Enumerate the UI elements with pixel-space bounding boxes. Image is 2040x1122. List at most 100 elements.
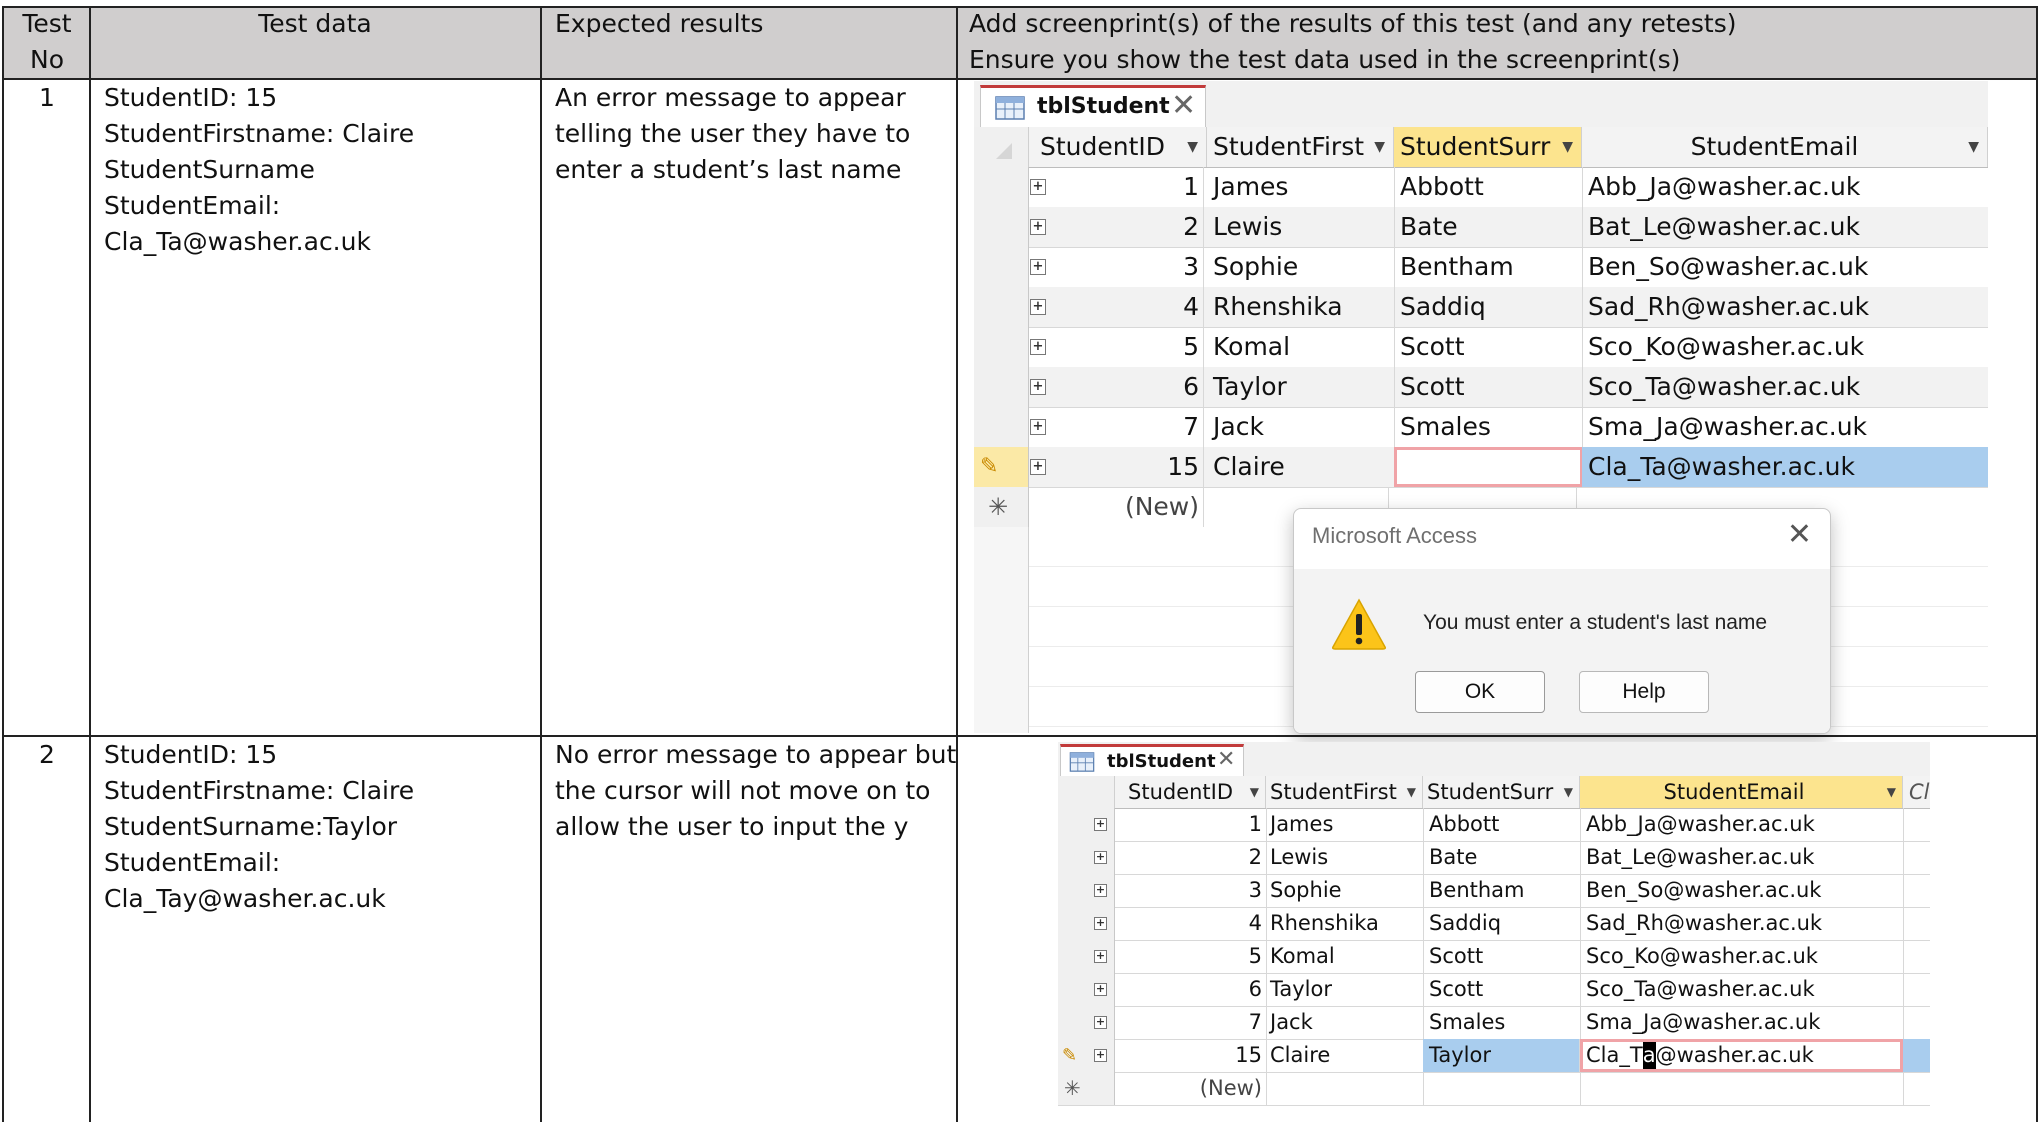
table-row[interactable]: + 6 Taylor Scott Sco_Ta@washer.ac.uk	[1058, 973, 1930, 1007]
table-row[interactable]: + 2 Lewis Bate Bat_Le@washer.ac.uk	[974, 207, 1988, 248]
cell-firstname[interactable]: Lewis	[1207, 207, 1395, 247]
cell-surname[interactable]: Scott	[1423, 973, 1581, 1006]
column-header-studentfirstname[interactable]: StudentFirst ▼	[1207, 127, 1394, 167]
cell-surname[interactable]: Smales	[1423, 1006, 1581, 1039]
cell-studentid[interactable]: 3	[1114, 874, 1267, 907]
cell-email[interactable]: Sad_Rh@washer.ac.uk	[1580, 907, 1904, 940]
expand-icon[interactable]: +	[1030, 339, 1046, 355]
expand-icon[interactable]: +	[1094, 851, 1107, 864]
table-row-editing[interactable]: ✎ + 15 Claire Cla_Ta@washer.ac.uk	[974, 447, 1988, 488]
cell-studentid[interactable]: 4	[1114, 907, 1267, 940]
cell-surname[interactable]: Saddiq	[1394, 287, 1583, 327]
cell-firstname[interactable]: Sophie	[1207, 247, 1395, 287]
dropdown-arrow-icon[interactable]: ▼	[1187, 127, 1198, 167]
expand-icon[interactable]: +	[1030, 179, 1046, 195]
cell-studentid[interactable]: 4	[1054, 287, 1204, 327]
cell-email[interactable]: Abb_Ja@washer.ac.uk	[1580, 808, 1904, 841]
expand-icon[interactable]: +	[1094, 1016, 1107, 1029]
expand-icon[interactable]: +	[1094, 950, 1107, 963]
cell-firstname[interactable]: Jack	[1266, 1006, 1424, 1039]
cell-email[interactable]: Sma_Ja@washer.ac.uk	[1580, 1006, 1904, 1039]
table-row[interactable]: + 1 James Abbott Abb_Ja@washer.ac.uk	[974, 167, 1988, 208]
record-selector[interactable]	[974, 367, 1029, 407]
table-row[interactable]: + 7 Jack Smales Sma_Ja@washer.ac.uk	[974, 407, 1988, 448]
cell-firstname[interactable]: Komal	[1207, 327, 1395, 367]
expand-icon[interactable]: +	[1094, 818, 1107, 831]
expand-icon[interactable]: +	[1030, 459, 1046, 475]
table-row[interactable]: + 7 Jack Smales Sma_Ja@washer.ac.uk	[1058, 1006, 1930, 1040]
expand-icon[interactable]: +	[1094, 983, 1107, 996]
cell-firstname[interactable]: Claire	[1266, 1039, 1424, 1072]
cell-empty[interactable]	[1580, 1072, 1904, 1105]
cell-surname[interactable]: Saddiq	[1423, 907, 1581, 940]
cell-studentid[interactable]: 5	[1114, 940, 1267, 973]
dropdown-arrow-icon[interactable]: ▼	[1560, 776, 1573, 808]
column-header-studentemail[interactable]: StudentEmail ▼	[1582, 127, 1988, 167]
cell-email[interactable]: Sco_Ko@washer.ac.uk	[1582, 327, 1988, 367]
cell-email[interactable]: Sma_Ja@washer.ac.uk	[1582, 407, 1988, 447]
table-row-editing[interactable]: ✎ + 15 Claire Taylor Cla_Ta@washer.ac.uk	[1058, 1039, 1930, 1073]
tab-tblstudent[interactable]: tblStudent ✕	[1060, 744, 1244, 777]
record-selector[interactable]	[974, 407, 1029, 447]
cell-studentid[interactable]: 7	[1054, 407, 1204, 447]
column-header-studentid[interactable]: StudentID ▼	[1028, 127, 1207, 167]
cell-surname-empty[interactable]	[1394, 447, 1583, 487]
close-icon[interactable]: ✕	[1787, 517, 1812, 552]
expand-icon[interactable]: +	[1094, 1049, 1107, 1062]
record-selector[interactable]: ✎	[974, 447, 1029, 487]
column-header-next[interactable]: Cl	[1903, 776, 1930, 808]
table-row[interactable]: + 4 Rhenshika Saddiq Sad_Rh@washer.ac.uk	[974, 287, 1988, 328]
record-selector[interactable]	[974, 167, 1029, 207]
dropdown-arrow-icon[interactable]: ▼	[1887, 776, 1896, 808]
cell-email[interactable]: Ben_So@washer.ac.uk	[1580, 874, 1904, 907]
dropdown-arrow-icon[interactable]: ▼	[1370, 127, 1385, 167]
cell-next[interactable]	[1903, 1039, 1930, 1072]
select-all-corner[interactable]	[1058, 776, 1115, 808]
column-header-studentsurname[interactable]: StudentSurr ▼	[1423, 776, 1580, 808]
cell-new-placeholder[interactable]: (New)	[1114, 1072, 1267, 1105]
expand-icon[interactable]: +	[1030, 299, 1046, 315]
cell-surname[interactable]: Bate	[1423, 841, 1581, 874]
cell-email[interactable]: Sco_Ta@washer.ac.uk	[1582, 367, 1988, 407]
cell-email[interactable]: Sco_Ta@washer.ac.uk	[1580, 973, 1904, 1006]
cell-studentid[interactable]: 2	[1114, 841, 1267, 874]
cell-firstname[interactable]: Rhenshika	[1207, 287, 1395, 327]
cell-surname[interactable]: Bate	[1394, 207, 1583, 247]
dropdown-arrow-icon[interactable]: ▼	[1250, 776, 1259, 808]
cell-email[interactable]: Sco_Ko@washer.ac.uk	[1580, 940, 1904, 973]
cell-surname[interactable]: Scott	[1394, 367, 1583, 407]
cell-email[interactable]: Ben_So@washer.ac.uk	[1582, 247, 1988, 287]
table-row[interactable]: + 3 Sophie Bentham Ben_So@washer.ac.uk	[974, 247, 1988, 288]
ok-button[interactable]: OK	[1415, 671, 1545, 713]
cell-empty[interactable]	[1423, 1072, 1581, 1105]
close-icon[interactable]: ✕	[1171, 88, 1196, 123]
cell-firstname[interactable]: Lewis	[1266, 841, 1424, 874]
cell-firstname[interactable]: Taylor	[1207, 367, 1395, 407]
cell-firstname[interactable]: Claire	[1207, 447, 1395, 487]
table-row[interactable]: + 4 Rhenshika Saddiq Sad_Rh@washer.ac.uk	[1058, 907, 1930, 941]
table-row[interactable]: + 5 Komal Scott Sco_Ko@washer.ac.uk	[974, 327, 1988, 368]
cell-studentid[interactable]: 6	[1054, 367, 1204, 407]
tab-tblstudent[interactable]: tblStudent ✕	[980, 85, 1206, 128]
table-row[interactable]: + 2 Lewis Bate Bat_Le@washer.ac.uk	[1058, 841, 1930, 875]
record-selector[interactable]: ✳	[974, 487, 1029, 527]
cell-firstname[interactable]: Taylor	[1266, 973, 1424, 1006]
cell-email[interactable]: Bat_Le@washer.ac.uk	[1580, 841, 1904, 874]
cell-firstname[interactable]: James	[1266, 808, 1424, 841]
cell-email[interactable]: Bat_Le@washer.ac.uk	[1582, 207, 1988, 247]
cell-new-placeholder[interactable]: (New)	[1054, 487, 1204, 527]
cell-studentid[interactable]: 6	[1114, 973, 1267, 1006]
cell-surname[interactable]: Bentham	[1394, 247, 1583, 287]
record-selector[interactable]: ✳	[1058, 1072, 1115, 1105]
cell-firstname[interactable]: James	[1207, 167, 1395, 207]
cell-surname[interactable]: Scott	[1423, 940, 1581, 973]
expand-icon[interactable]: +	[1030, 379, 1046, 395]
cell-studentid[interactable]: 15	[1054, 447, 1204, 487]
cell-studentid[interactable]: 7	[1114, 1006, 1267, 1039]
column-header-studentemail[interactable]: StudentEmail ▼	[1580, 776, 1903, 808]
record-selector[interactable]	[974, 247, 1029, 287]
cell-firstname[interactable]: Jack	[1207, 407, 1395, 447]
table-row-new[interactable]: ✳ (New)	[1058, 1072, 1930, 1106]
column-header-studentfirstname[interactable]: StudentFirst ▼	[1266, 776, 1423, 808]
cell-surname[interactable]: Taylor	[1423, 1039, 1580, 1072]
